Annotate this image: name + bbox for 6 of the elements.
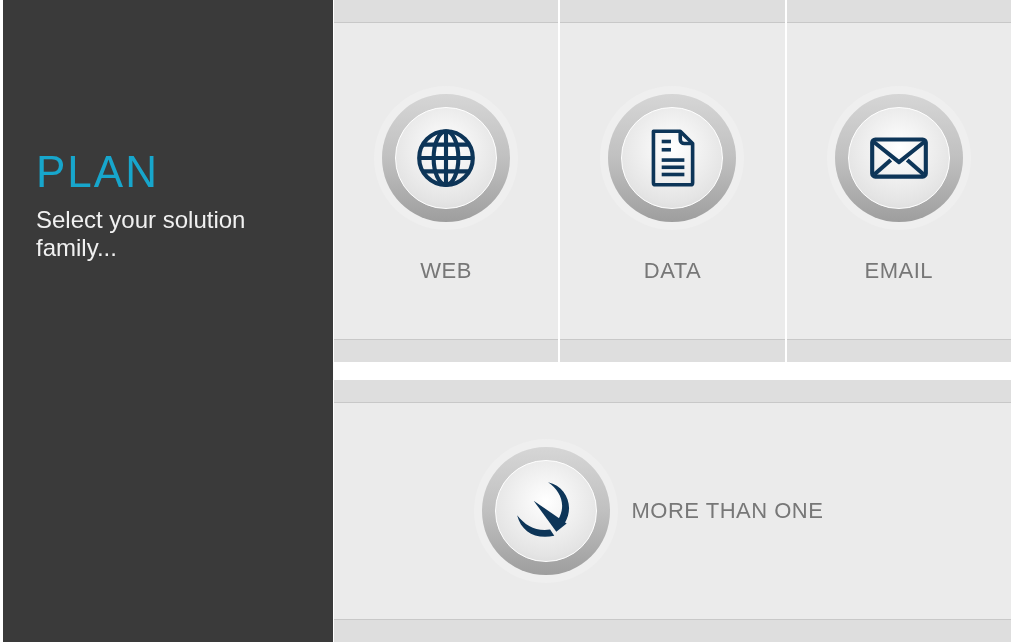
sidebar-subtitle: Select your solution family... xyxy=(36,206,247,262)
option-tile[interactable]: EMAIL xyxy=(786,0,1011,362)
option-tile[interactable]: DATA xyxy=(560,0,785,362)
option-tile[interactable]: MORE THAN ONE xyxy=(334,380,1011,642)
option-tile[interactable]: WEB xyxy=(334,0,559,362)
sidebar-title: PLAN xyxy=(36,148,160,196)
